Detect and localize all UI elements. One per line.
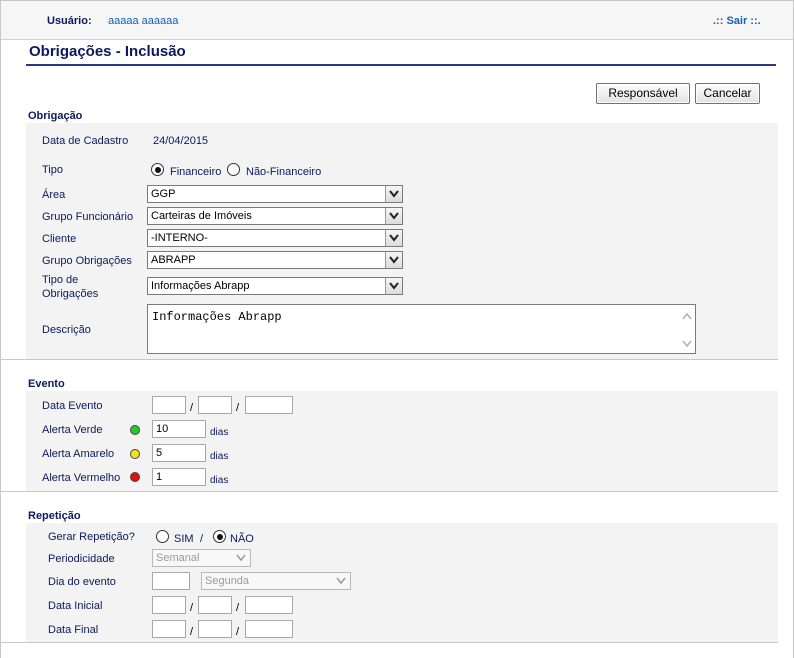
data-evento-month-input[interactable] xyxy=(198,396,232,414)
alerta-verde-label: Alerta Verde xyxy=(42,424,103,436)
user-name: aaaaa aaaaaa xyxy=(108,15,179,27)
tipo-nao-financeiro-label: Não-Financeiro xyxy=(246,166,322,178)
alerta-vermelho-input[interactable]: 1 xyxy=(152,468,206,486)
dias-label: dias xyxy=(210,475,229,486)
dia-semana-value: Segunda xyxy=(205,575,250,587)
area-select[interactable]: GGP xyxy=(147,185,403,203)
grupo-obrigacoes-value: ABRAPP xyxy=(151,254,196,266)
section-divider xyxy=(1,642,778,643)
top-bar: Usuário: aaaaa aaaaaa .:: Sair ::. xyxy=(1,1,793,40)
data-final-day-input[interactable] xyxy=(152,620,186,638)
chevron-down-icon xyxy=(385,186,402,202)
alerta-amarelo-value: 5 xyxy=(156,447,163,459)
chevron-down-icon xyxy=(385,230,402,246)
data-evento-year-input[interactable] xyxy=(245,396,293,414)
date-separator: / xyxy=(236,402,240,414)
tipo-obrigacoes-select[interactable]: Informações Abrapp xyxy=(147,277,403,295)
data-inicial-month-input[interactable] xyxy=(198,596,232,614)
tipo-nao-financeiro-radio[interactable] xyxy=(227,163,240,176)
dia-semana-select[interactable]: Segunda xyxy=(201,572,351,590)
logout-link[interactable]: .:: Sair ::. xyxy=(713,15,761,27)
chevron-down-icon xyxy=(333,573,350,589)
repeticao-nao-label: NÃO xyxy=(230,533,254,545)
area-label: Área xyxy=(42,189,66,201)
cliente-label: Cliente xyxy=(42,233,77,245)
grupo-funcionario-value: Carteiras de Imóveis xyxy=(151,210,252,222)
chevron-down-icon xyxy=(385,208,402,224)
dias-label: dias xyxy=(210,427,229,438)
page-title: Obrigações - Inclusão xyxy=(29,43,186,60)
repeticao-sim-label: SIM xyxy=(174,533,194,545)
periodicidade-value: Semanal xyxy=(156,552,200,564)
cliente-select[interactable]: -INTERNO- xyxy=(147,229,403,247)
grupo-obrigacoes-select[interactable]: ABRAPP xyxy=(147,251,403,269)
data-final-month-input[interactable] xyxy=(198,620,232,638)
data-final-year-input[interactable] xyxy=(245,620,293,638)
date-separator: / xyxy=(236,626,240,638)
cancel-button[interactable]: Cancelar xyxy=(695,83,760,104)
descricao-textarea[interactable]: Informações Abrapp xyxy=(147,304,696,354)
alerta-amarelo-label: Alerta Amarelo xyxy=(42,448,115,460)
alerta-verde-input[interactable]: 10 xyxy=(152,420,206,438)
data-evento-label: Data Evento xyxy=(42,400,103,412)
alerta-vermelho-value: 1 xyxy=(156,471,163,483)
gerar-repeticao-label: Gerar Repetição? xyxy=(48,531,135,543)
user-label: Usuário: xyxy=(47,15,92,27)
date-separator: / xyxy=(190,626,194,638)
periodicidade-label: Periodicidade xyxy=(48,553,115,565)
descricao-label: Descrição xyxy=(42,324,91,336)
tipo-label: Tipo xyxy=(42,164,63,176)
repeticao-separator: / xyxy=(200,533,204,545)
data-inicial-label: Data Inicial xyxy=(48,600,103,612)
chevron-down-icon xyxy=(385,252,402,268)
alerta-amarelo-input[interactable]: 5 xyxy=(152,444,206,462)
periodicidade-select[interactable]: Semanal xyxy=(152,549,251,567)
section-divider xyxy=(1,491,778,492)
data-inicial-day-input[interactable] xyxy=(152,596,186,614)
yellow-dot-icon xyxy=(130,449,140,459)
date-separator: / xyxy=(236,602,240,614)
grupo-obrigacoes-label: Grupo Obrigações xyxy=(42,255,132,267)
tipo-obrigacoes-label-line1: Tipo de xyxy=(42,274,79,286)
dias-label: dias xyxy=(210,451,229,462)
section-divider xyxy=(1,359,778,360)
textarea-scrollbar[interactable] xyxy=(681,309,693,351)
data-cadastro-label: Data de Cadastro xyxy=(42,135,129,147)
repeticao-sim-radio[interactable] xyxy=(156,530,169,543)
section-title-obrigacao: Obrigação xyxy=(28,110,83,122)
title-divider xyxy=(26,64,776,66)
date-separator: / xyxy=(190,602,194,614)
tipo-financeiro-radio[interactable] xyxy=(151,163,164,176)
data-final-label: Data Final xyxy=(48,624,99,636)
chevron-down-icon xyxy=(233,550,250,566)
descricao-value: Informações Abrapp xyxy=(152,310,282,324)
red-dot-icon xyxy=(130,472,140,482)
data-cadastro-value: 24/04/2015 xyxy=(153,135,209,147)
section-title-evento: Evento xyxy=(28,378,65,390)
grupo-funcionario-label: Grupo Funcionário xyxy=(42,211,134,223)
grupo-funcionario-select[interactable]: Carteiras de Imóveis xyxy=(147,207,403,225)
section-title-repeticao: Repetição xyxy=(28,510,81,522)
area-select-value: GGP xyxy=(151,188,176,200)
green-dot-icon xyxy=(130,425,140,435)
tipo-obrigacoes-label-line2: Obrigações xyxy=(42,288,99,300)
date-separator: / xyxy=(190,402,194,414)
dia-evento-label: Dia do evento xyxy=(48,576,116,588)
tipo-financeiro-label: Financeiro xyxy=(170,166,222,178)
alerta-vermelho-label: Alerta Vermelho xyxy=(42,472,121,484)
data-inicial-year-input[interactable] xyxy=(245,596,293,614)
dia-evento-input[interactable] xyxy=(152,572,190,590)
chevron-down-icon xyxy=(385,278,402,294)
responsible-button[interactable]: Responsável xyxy=(596,83,690,104)
data-evento-day-input[interactable] xyxy=(152,396,186,414)
alerta-verde-value: 10 xyxy=(156,423,169,435)
section-repeticao xyxy=(26,523,778,642)
cliente-value: -INTERNO- xyxy=(151,232,208,244)
repeticao-nao-radio[interactable] xyxy=(213,530,226,543)
tipo-obrigacoes-value: Informações Abrapp xyxy=(151,280,250,292)
